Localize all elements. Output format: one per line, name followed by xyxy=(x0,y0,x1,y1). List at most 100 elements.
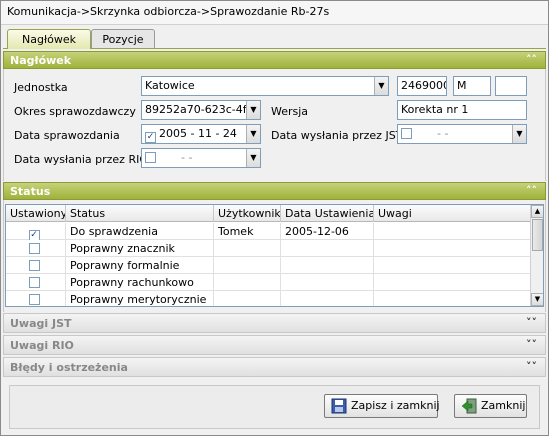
data-jst-picker[interactable]: - - ▼ xyxy=(397,124,527,144)
save-close-button[interactable]: Zapisz i zamknij xyxy=(324,394,440,418)
column-header[interactable]: Data Ustawienia xyxy=(281,205,374,222)
column-header[interactable]: Ustawiony xyxy=(6,205,66,222)
column-header[interactable]: Uwagi xyxy=(374,205,531,222)
button-bar: Zapisz i zamknij Zamknij xyxy=(9,385,540,429)
section-uwagi-rio[interactable]: Uwagi RIO ˅˅ xyxy=(3,335,546,355)
date-cell xyxy=(281,240,374,257)
user-cell xyxy=(214,291,281,306)
chevron-down-double-icon[interactable]: ˅˅ xyxy=(526,316,537,329)
section-title: Status xyxy=(10,185,51,198)
checkbox-icon[interactable] xyxy=(28,294,40,305)
chevron-down-double-icon[interactable]: ˅˅ xyxy=(526,360,537,373)
scroll-thumb[interactable] xyxy=(532,219,543,251)
save-icon xyxy=(331,398,347,414)
user-cell xyxy=(214,257,281,274)
data-rio-label: Data wysłania przez RIO xyxy=(14,153,148,166)
data-jst-label: Data wysłania przez JST xyxy=(271,129,403,142)
wersja-field[interactable]: Korekta nr 1 xyxy=(397,100,527,120)
column-header[interactable]: Status xyxy=(66,205,214,222)
okres-combo[interactable]: 89252a70-623c-4f ▼ xyxy=(141,100,261,120)
tab-pozycje[interactable]: Pozycje xyxy=(91,29,155,49)
grid-header: Ustawiony Status Użytkownik Data Ustawie… xyxy=(6,205,531,222)
checkbox-icon[interactable] xyxy=(28,243,40,254)
jednostka-combo[interactable]: Katowice ▼ xyxy=(141,76,389,96)
chevron-up-double-icon[interactable]: ˄˄ xyxy=(526,53,537,66)
extra-field[interactable] xyxy=(495,76,527,96)
grid-scrollbar[interactable]: ▲ ▼ xyxy=(530,205,543,306)
checkbox-checked-icon[interactable]: ✓ xyxy=(145,132,156,143)
table-row[interactable]: ✓ Do sprawdzenia Tomek 2005-12-06 xyxy=(6,223,531,240)
table-row[interactable]: Poprawny formalnie xyxy=(6,257,531,274)
checkbox-icon[interactable] xyxy=(401,128,412,139)
section-header-naglowek[interactable]: Nagłówek ˄˄ xyxy=(3,51,546,69)
section-header-status[interactable]: Status ˄˄ xyxy=(3,182,546,200)
status-cell: Poprawny merytorycznie xyxy=(66,291,214,306)
data-sprawozdania-value: 2005 - 11 - 24 xyxy=(159,127,237,140)
wersja-label: Wersja xyxy=(271,105,309,118)
okres-label: Okres sprawozdawczy xyxy=(14,105,136,118)
user-cell xyxy=(214,240,281,257)
notes-cell xyxy=(374,240,531,257)
status-cell: Poprawny znacznik xyxy=(66,240,214,257)
checkbox-icon[interactable] xyxy=(28,260,40,271)
tab-naglowek[interactable]: Nagłówek xyxy=(7,29,91,49)
close-label: Zamknij xyxy=(481,399,526,412)
status-cell: Poprawny rachunkowo xyxy=(66,274,214,291)
jednostka-value: Katowice xyxy=(145,79,195,92)
chevron-down-icon[interactable]: ▼ xyxy=(246,101,260,119)
date-cell: 2005-12-06 xyxy=(281,223,374,240)
chevron-down-icon[interactable]: ▼ xyxy=(374,77,388,95)
checkbox-icon[interactable] xyxy=(28,277,40,288)
data-rio-picker[interactable]: - - ▼ xyxy=(141,148,261,168)
ustawiony-cell xyxy=(6,240,66,257)
status-grid: Ustawiony Status Użytkownik Data Ustawie… xyxy=(5,204,544,307)
chevron-up-double-icon[interactable]: ˄˄ xyxy=(526,184,537,197)
section-title: Błędy i ostrzeżenia xyxy=(10,361,128,374)
table-row[interactable]: Poprawny rachunkowo xyxy=(6,274,531,291)
ustawiony-cell: ✓ xyxy=(6,223,66,240)
section-title: Nagłówek xyxy=(10,54,72,67)
section-title: Uwagi RIO xyxy=(10,339,74,352)
okres-value: 89252a70-623c-4f xyxy=(145,103,247,116)
table-row[interactable]: Poprawny znacznik xyxy=(6,240,531,257)
exit-icon xyxy=(461,398,477,414)
chevron-down-icon[interactable]: ▼ xyxy=(512,125,526,143)
user-cell xyxy=(214,274,281,291)
status-cell: Poprawny formalnie xyxy=(66,257,214,274)
chevron-down-double-icon[interactable]: ˅˅ xyxy=(526,338,537,351)
date-cell xyxy=(281,274,374,291)
status-cell: Do sprawdzenia xyxy=(66,223,214,240)
chevron-down-icon[interactable]: ▼ xyxy=(246,149,260,167)
chevron-down-icon[interactable]: ▼ xyxy=(246,125,260,143)
window: Komunikacja->Skrzynka odbiorcza->Sprawoz… xyxy=(0,0,549,436)
column-header[interactable]: Użytkownik xyxy=(214,205,281,222)
scroll-down-icon[interactable]: ▼ xyxy=(531,293,543,306)
data-sprawozdania-label: Data sprawozdania xyxy=(14,129,120,142)
ustawiony-cell xyxy=(6,274,66,291)
user-cell: Tomek xyxy=(214,223,281,240)
jednostka-label: Jednostka xyxy=(14,81,68,94)
table-row[interactable]: Poprawny merytorycznie xyxy=(6,291,531,306)
notes-cell xyxy=(374,274,531,291)
notes-cell xyxy=(374,223,531,240)
window-title: Komunikacja->Skrzynka odbiorcza->Sprawoz… xyxy=(1,1,548,25)
scroll-up-icon[interactable]: ▲ xyxy=(531,205,543,218)
save-close-label: Zapisz i zamknij xyxy=(351,399,440,412)
ustawiony-cell xyxy=(6,291,66,306)
checkbox-icon[interactable] xyxy=(145,152,156,163)
code-field[interactable]: 2469000 xyxy=(397,76,447,96)
close-button[interactable]: Zamknij xyxy=(454,394,527,418)
section-uwagi-jst[interactable]: Uwagi JST ˅˅ xyxy=(3,313,546,333)
date-cell xyxy=(281,257,374,274)
section-bledy[interactable]: Błędy i ostrzeżenia ˅˅ xyxy=(3,357,546,377)
data-sprawozdania-picker[interactable]: ✓ 2005 - 11 - 24 ▼ xyxy=(141,124,261,144)
notes-cell xyxy=(374,291,531,306)
data-rio-value: - - xyxy=(181,151,193,164)
letter-field[interactable]: M xyxy=(453,76,491,96)
header-panel: Jednostka Katowice ▼ 2469000 M Okres spr… xyxy=(3,69,546,181)
section-title: Uwagi JST xyxy=(10,317,72,330)
date-cell xyxy=(281,291,374,306)
data-jst-value: - - xyxy=(437,127,449,140)
ustawiony-cell xyxy=(6,257,66,274)
checkbox-checked-icon[interactable]: ✓ xyxy=(28,230,40,240)
